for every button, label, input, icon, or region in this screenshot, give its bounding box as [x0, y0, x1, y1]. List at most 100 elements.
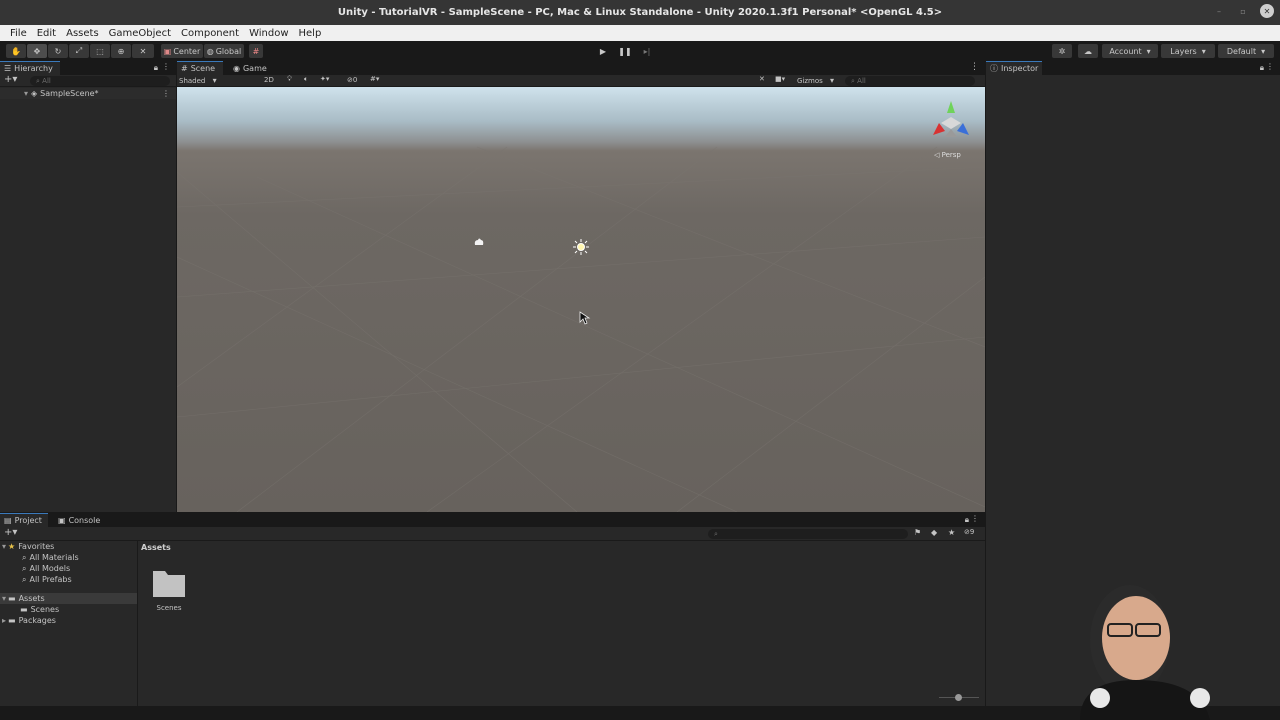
scene-tab-label: Scene: [190, 64, 216, 73]
add-icon[interactable]: +▾: [4, 74, 17, 85]
assets-folder-row[interactable]: ▾ ▬ Assets: [0, 593, 137, 604]
lock-icon[interactable]: 🔒︎: [154, 63, 158, 73]
project-folder-tree: ▾ ★ Favorites ⌕ All Materials ⌕ All Mode…: [0, 541, 138, 706]
lighting-icon[interactable]: 💡︎: [287, 75, 292, 84]
zoom-slider-thumb[interactable]: [955, 694, 962, 701]
hidden-objects-toggle[interactable]: ⊘0: [347, 76, 357, 84]
add-asset-icon[interactable]: +▾: [4, 527, 17, 538]
menu-gameobject[interactable]: GameObject: [104, 28, 176, 39]
favorite-star-icon[interactable]: ★: [948, 528, 955, 537]
kebab-menu-icon[interactable]: ⋮: [162, 62, 170, 71]
packages-folder-row[interactable]: ▸ ▬ Packages: [0, 615, 56, 626]
asset-item-scenes[interactable]: Scenes: [147, 567, 191, 615]
minimize-button[interactable]: –: [1212, 4, 1226, 18]
projection-toggle[interactable]: ◁ Persp: [934, 151, 961, 159]
play-button[interactable]: ▶: [594, 44, 612, 58]
menu-bar: File Edit Assets GameObject Component Wi…: [0, 25, 1280, 41]
tab-game[interactable]: ◉ Game: [229, 61, 273, 75]
scene-grid-icon: #: [181, 64, 188, 73]
mode-2d-toggle[interactable]: 2D: [264, 76, 274, 84]
pivot-center-toggle[interactable]: ▣ Center: [161, 44, 203, 58]
effects-icon[interactable]: ✦▾: [320, 75, 329, 83]
main-toolbar: ✋ ✥ ↻ ⤢ ⬚ ⊕ ✕ ▣ Center ◍ Global # ▶ ❚❚ ▸…: [0, 41, 1280, 61]
scale-tool-button[interactable]: ⤢: [69, 44, 89, 58]
tab-project[interactable]: ▤ Project: [0, 513, 48, 527]
asset-item-label: Scenes: [156, 604, 182, 612]
light-gizmo-icon[interactable]: [573, 239, 589, 255]
space-global-toggle[interactable]: ◍ Global: [204, 44, 244, 58]
assets-label: Assets: [18, 594, 45, 603]
maximize-button[interactable]: ▫: [1236, 4, 1250, 18]
rect-tool-button[interactable]: ⬚: [90, 44, 110, 58]
webcam-overlay: [1040, 580, 1240, 720]
grid-toggle-icon[interactable]: #▾: [370, 75, 379, 83]
menu-component[interactable]: Component: [176, 28, 244, 39]
gizmos-dropdown[interactable]: Gizmos: [797, 76, 834, 85]
collab-button[interactable]: ✲: [1052, 44, 1072, 58]
favorites-label: Favorites: [18, 542, 55, 551]
hand-tool-button[interactable]: ✋: [6, 44, 26, 58]
project-tabbar: ▤ Project ▣ Console 🔒︎ ⋮: [0, 513, 985, 527]
layout-label: Default: [1226, 46, 1257, 56]
game-tab-label: Game: [242, 63, 267, 73]
custom-tool-button[interactable]: ✕: [132, 44, 154, 58]
favorite-item[interactable]: ⌕ All Prefabs: [0, 574, 72, 585]
tab-inspector[interactable]: ⓘ Inspector: [986, 61, 1042, 75]
scene-root-row[interactable]: ▾ ◈ SampleScene* ⋮: [0, 88, 176, 99]
menu-assets[interactable]: Assets: [61, 28, 104, 39]
transform-icon: ⊕: [117, 46, 125, 56]
menu-edit[interactable]: Edit: [32, 28, 61, 39]
kebab-menu-icon[interactable]: ⋮: [971, 514, 979, 523]
breadcrumb[interactable]: Assets: [141, 543, 171, 552]
lock-icon[interactable]: 🔒︎: [965, 515, 969, 525]
orientation-gizmo[interactable]: [925, 97, 977, 141]
lock-icon[interactable]: 🔒︎: [1260, 63, 1264, 73]
account-dropdown[interactable]: Account: [1102, 44, 1158, 58]
search-by-type-icon[interactable]: ⚑: [914, 528, 921, 537]
step-button[interactable]: ▸|: [638, 44, 656, 58]
hidden-packages-toggle[interactable]: ⊘9: [964, 528, 974, 536]
camera-gizmo-icon[interactable]: [473, 237, 485, 247]
kebab-menu-icon[interactable]: ⋮: [970, 62, 979, 72]
rotate-tool-button[interactable]: ↻: [48, 44, 68, 58]
menu-file[interactable]: File: [5, 28, 32, 39]
favorites-row[interactable]: ▾ ★ Favorites: [0, 541, 54, 552]
scene-menu-icon[interactable]: ⋮: [162, 89, 170, 98]
favorite-item-label: All Models: [29, 564, 71, 573]
scene-search-input[interactable]: ⌕ All: [845, 76, 975, 86]
game-icon: ◉: [233, 63, 240, 73]
transform-tool-button[interactable]: ⊕: [111, 44, 131, 58]
layout-dropdown[interactable]: Default: [1218, 44, 1274, 58]
move-tool-button[interactable]: ✥: [27, 44, 47, 58]
kebab-menu-icon[interactable]: ⋮: [1266, 62, 1274, 71]
window-title-bar: Unity - TutorialVR - SampleScene - PC, M…: [0, 0, 1280, 25]
scene-viewport[interactable]: ◁ Persp: [177, 87, 985, 512]
hierarchy-tabbar: ☰ Hierarchy 🔒︎ ⋮: [0, 61, 176, 75]
tab-console[interactable]: ▣ Console: [54, 513, 106, 527]
layers-dropdown[interactable]: Layers: [1161, 44, 1215, 58]
window-title: Unity - TutorialVR - SampleScene - PC, M…: [337, 7, 943, 18]
pause-button[interactable]: ❚❚: [616, 44, 634, 58]
hidden-count: 0: [352, 76, 358, 84]
menu-help[interactable]: Help: [294, 28, 327, 39]
close-button[interactable]: ✕: [1260, 4, 1274, 18]
audio-icon[interactable]: 🔈︎: [304, 75, 308, 84]
info-icon: ⓘ: [990, 64, 998, 73]
favorite-item-label: All Prefabs: [29, 575, 72, 584]
search-by-label-icon[interactable]: ◆: [931, 528, 937, 537]
favorite-item[interactable]: ⌕ All Models: [0, 563, 70, 574]
menu-window[interactable]: Window: [244, 28, 293, 39]
tools-overlay-icon[interactable]: ✕: [759, 75, 765, 83]
tab-hierarchy[interactable]: ☰ Hierarchy: [0, 61, 60, 75]
hierarchy-search-input[interactable]: ⌕ All: [30, 76, 170, 86]
camera-icon[interactable]: ■▾: [775, 75, 785, 83]
scene-search-placeholder: All: [857, 77, 866, 85]
snap-grid-button[interactable]: #: [249, 44, 263, 58]
scenes-folder-row[interactable]: ▬ Scenes: [0, 604, 59, 615]
shading-mode-dropdown[interactable]: Shaded: [179, 76, 257, 85]
favorite-item[interactable]: ⌕ All Materials: [0, 552, 79, 563]
zoom-slider[interactable]: [939, 694, 979, 701]
tab-scene[interactable]: # Scene: [177, 61, 223, 75]
project-search-input[interactable]: ⌕: [708, 529, 908, 539]
cloud-button[interactable]: ☁: [1078, 44, 1098, 58]
